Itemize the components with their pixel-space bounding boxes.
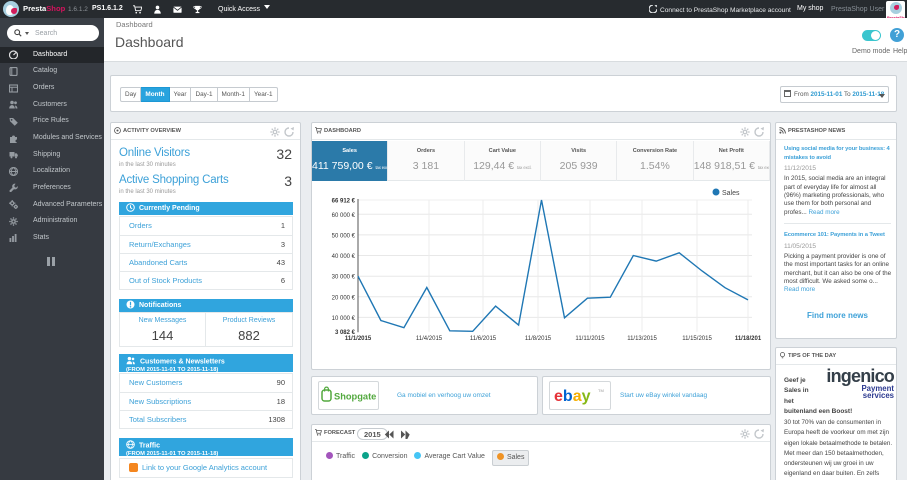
svg-text:TM: TM (598, 388, 604, 393)
svg-text:Shopgate: Shopgate (334, 392, 376, 402)
svg-text:11/18/201: 11/18/201 (735, 336, 762, 342)
svg-text:11/15/2015: 11/15/2015 (682, 336, 712, 342)
svg-text:Sales: Sales (722, 190, 740, 197)
svg-text:ebay: ebay (554, 388, 591, 405)
svg-text:10 000 €: 10 000 € (332, 316, 356, 322)
svg-text:20 000 €: 20 000 € (332, 295, 356, 301)
svg-text:50 000 €: 50 000 € (332, 233, 356, 239)
svg-text:30 000 €: 30 000 € (332, 275, 356, 281)
svg-text:11/6/2015: 11/6/2015 (470, 336, 497, 342)
svg-text:11/8/2015: 11/8/2015 (525, 336, 552, 342)
svg-text:11/1/2015: 11/1/2015 (345, 336, 372, 342)
svg-text:66 912 €: 66 912 € (332, 199, 356, 205)
svg-text:40 000 €: 40 000 € (332, 254, 356, 260)
svg-text:11/13/2015: 11/13/2015 (627, 336, 657, 342)
svg-text:11/4/2015: 11/4/2015 (416, 336, 443, 342)
svg-text:60 000 €: 60 000 € (332, 213, 356, 219)
svg-text:11/11/2015: 11/11/2015 (575, 336, 605, 342)
